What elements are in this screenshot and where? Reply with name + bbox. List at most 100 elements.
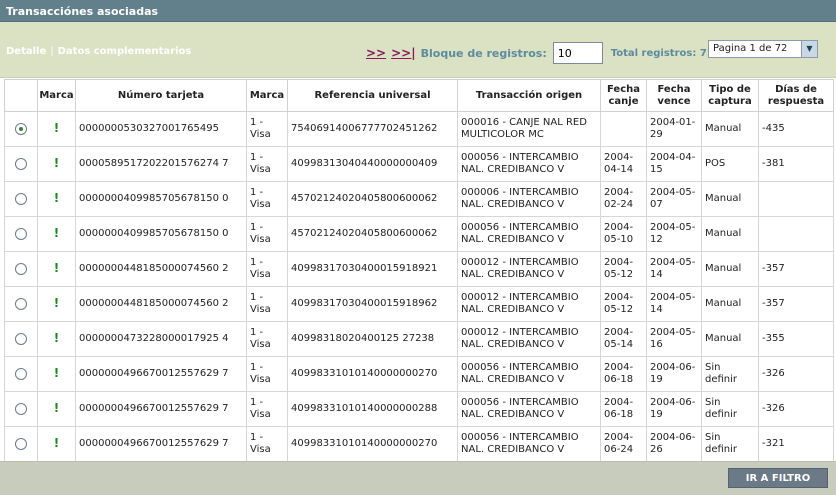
cell-transaccion: 000056 - INTERCAMBIO NAL. CREDIBANCO V (457, 391, 601, 427)
cell-marca: 1 - Visa (246, 216, 288, 252)
alert-flag-icon: ! (53, 401, 60, 415)
table-row[interactable]: ! 0000000496670012557629 71 - Visa 4099833… (4, 356, 834, 392)
cell-flag: ! (37, 146, 76, 182)
cell-fecha-vence: 2004-05-14 (646, 251, 702, 287)
cell-fecha-canje: 2004-04-14 (600, 146, 647, 182)
cell-fecha-vence: 2004-06-19 (646, 391, 702, 427)
cell-fecha-vence: 2004-06-26 (646, 426, 702, 462)
col-marca-flag: Marca (37, 79, 76, 112)
table-header-row: Marca Número tarjeta Marca Referencia un… (4, 79, 834, 112)
row-radio-button[interactable] (15, 122, 27, 135)
cell-flag: ! (37, 216, 76, 252)
cell-referencia: 75406914006777702451262 (287, 111, 458, 147)
cell-fecha-canje: 2004-05-14 (600, 321, 647, 357)
last-page-link[interactable]: >>| (391, 46, 416, 60)
table-row[interactable]: ! 0000000409985705678150 01 - Visa 4570212… (4, 181, 834, 217)
cell-referencia: 40998313040440000000409 (287, 146, 458, 182)
cell-transaccion: 000016 - CANJE NAL RED MULTICOLOR MC (457, 111, 601, 147)
cell-tipo-captura: Sin definir (701, 356, 759, 392)
cell-fecha-canje: 2004-02-24 (600, 181, 647, 217)
table-row[interactable]: ! 0000000530327001765495 1 - Visa 754069140… (4, 111, 834, 147)
total-registros-label: Total registros: 714 (610, 47, 721, 59)
cell-select (4, 181, 38, 217)
row-radio-button[interactable] (15, 367, 27, 380)
col-fecha-vence: Fecha vence (646, 79, 702, 112)
table-row[interactable]: ! 0000000473228000017925 41 - Visa 4099831… (4, 321, 834, 357)
pagination-controls: >> >>| Bloque de registros: Total regist… (366, 41, 721, 65)
cell-fecha-canje: 2004-06-18 (600, 356, 647, 392)
cell-fecha-vence: 2004-05-07 (646, 181, 702, 217)
cell-numero-tarjeta: 0000000496670012557629 7 (75, 391, 247, 427)
tab-links: Detalle | Datos complementarios (6, 46, 191, 57)
row-radio-button[interactable] (15, 192, 27, 205)
cell-numero-tarjeta: 0000000496670012557629 7 (75, 356, 247, 392)
table-row[interactable]: ! 0000000448185000074560 21 - Visa 4099831… (4, 251, 834, 287)
panel-title: Transacciónes asociadas (0, 0, 836, 22)
col-marca: Marca (246, 79, 288, 112)
cell-select (4, 251, 38, 287)
toolbar: Detalle | Datos complementarios >> >>| Blo… (0, 22, 836, 78)
cell-numero-tarjeta: 0000000530327001765495 (75, 111, 247, 147)
cell-dias-respuesta: -355 (758, 321, 834, 357)
cell-referencia: 45702124020405800600062 (287, 181, 458, 217)
tab-detalle[interactable]: Detalle (6, 46, 46, 57)
cell-tipo-captura: Manual (701, 181, 759, 217)
row-radio-button[interactable] (15, 402, 27, 415)
page-select[interactable]: Pagina 1 de 72 ▼ (708, 40, 818, 58)
row-radio-button[interactable] (15, 157, 27, 170)
row-radio-button[interactable] (15, 262, 27, 275)
cell-fecha-canje: 2004-05-10 (600, 216, 647, 252)
cell-fecha-vence: 2004-05-12 (646, 216, 702, 252)
row-radio-button[interactable] (15, 227, 27, 240)
cell-tipo-captura: Manual (701, 251, 759, 287)
cell-dias-respuesta: -321 (758, 426, 834, 462)
cell-referencia: 40998317030400015918962 (287, 286, 458, 322)
table-row[interactable]: ! 0000000409985705678150 01 - Visa 4570212… (4, 216, 834, 252)
cell-dias-respuesta (758, 181, 834, 217)
cell-referencia: 45702124020405800600062 (287, 216, 458, 252)
cell-tipo-captura: Manual (701, 321, 759, 357)
bloque-registros-input[interactable] (552, 42, 603, 64)
chevron-down-icon[interactable]: ▼ (801, 41, 817, 57)
tab-datos-complementarios[interactable]: Datos complementarios (58, 46, 192, 57)
cell-flag: ! (37, 356, 76, 392)
table-row[interactable]: ! 0000000448185000074560 21 - Visa 4099831… (4, 286, 834, 322)
cell-select (4, 146, 38, 182)
cell-transaccion: 000056 - INTERCAMBIO NAL. CREDIBANCO V (457, 216, 601, 252)
cell-numero-tarjeta: 0000000448185000074560 2 (75, 286, 247, 322)
table-row[interactable]: ! 0000589517202201576274 71 - Visa 4099831… (4, 146, 834, 182)
row-radio-button[interactable] (15, 437, 27, 450)
cell-numero-tarjeta: 0000000409985705678150 0 (75, 181, 247, 217)
table-row[interactable]: ! 0000000496670012557629 71 - Visa 4099833… (4, 391, 834, 427)
cell-marca: 1 - Visa (246, 426, 288, 462)
ir-a-filtro-button[interactable]: IR A FILTRO (728, 468, 828, 488)
footer-bar: IR A FILTRO (0, 461, 836, 495)
alert-flag-icon: ! (53, 261, 60, 275)
cell-fecha-vence: 2004-01-29 (646, 111, 702, 147)
cell-tipo-captura: Manual (701, 286, 759, 322)
cell-tipo-captura: Manual (701, 111, 759, 147)
col-select (4, 79, 38, 112)
cell-numero-tarjeta: 0000589517202201576274 7 (75, 146, 247, 182)
row-radio-button[interactable] (15, 297, 27, 310)
next-page-link[interactable]: >> (366, 46, 386, 60)
cell-referencia: 40998331010140000000288 (287, 391, 458, 427)
table-row[interactable]: ! 0000000496670012557629 71 - Visa 4099833… (4, 426, 834, 462)
cell-transaccion: 000006 - INTERCAMBIO NAL. CREDIBANCO V (457, 181, 601, 217)
alert-flag-icon: ! (53, 296, 60, 310)
cell-select (4, 321, 38, 357)
cell-dias-respuesta: -326 (758, 356, 834, 392)
alert-flag-icon: ! (53, 156, 60, 170)
cell-dias-respuesta: -357 (758, 286, 834, 322)
cell-numero-tarjeta: 0000000448185000074560 2 (75, 251, 247, 287)
cell-dias-respuesta (758, 216, 834, 252)
col-transaccion: Transacción origen (457, 79, 601, 112)
cell-dias-respuesta: -326 (758, 391, 834, 427)
cell-select (4, 216, 38, 252)
cell-tipo-captura: Sin definir (701, 391, 759, 427)
cell-select (4, 426, 38, 462)
cell-fecha-canje: 2004-05-12 (600, 286, 647, 322)
row-radio-button[interactable] (15, 332, 27, 345)
cell-select (4, 111, 38, 147)
cell-marca: 1 - Visa (246, 181, 288, 217)
